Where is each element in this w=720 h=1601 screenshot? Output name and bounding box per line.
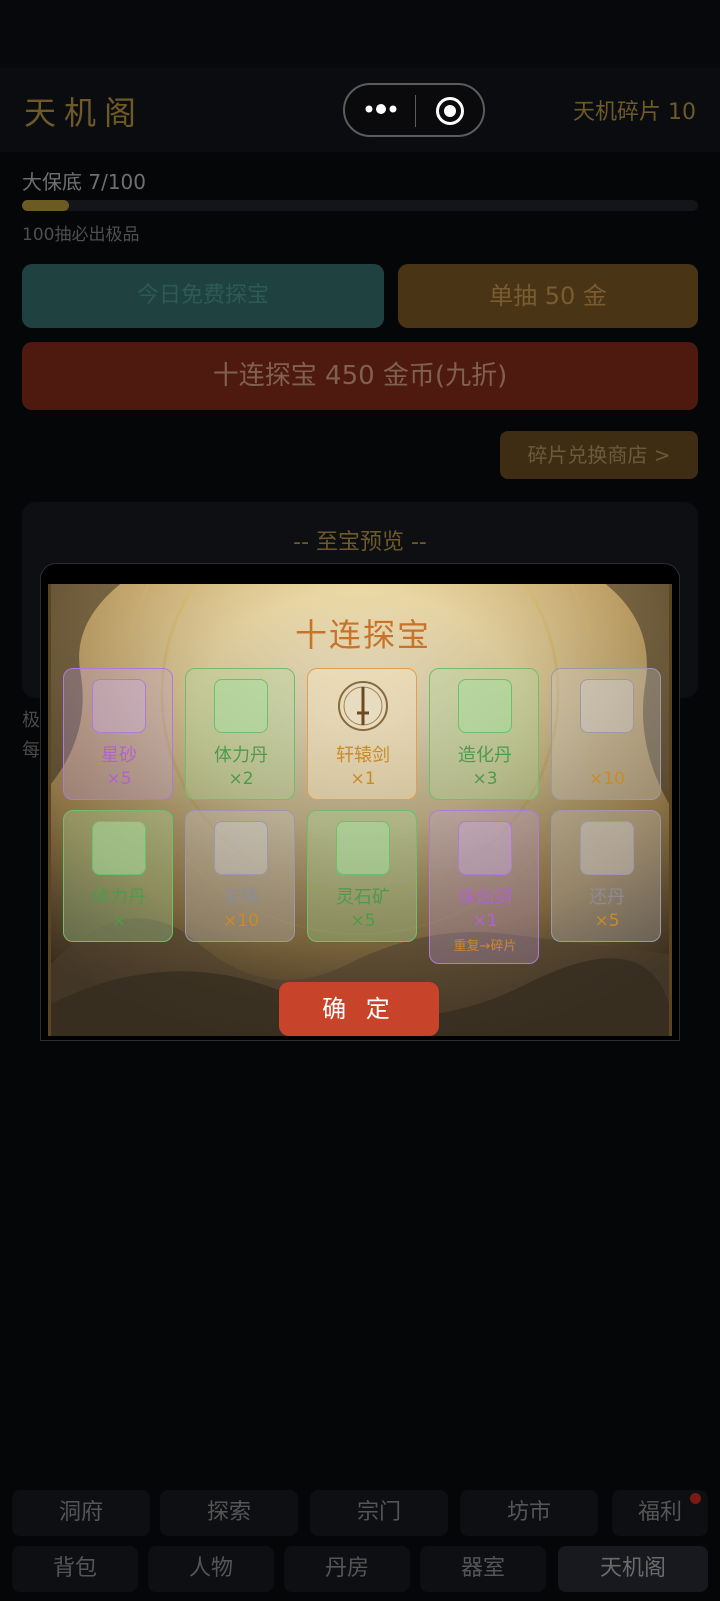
free-draw-button[interactable]: 今日免费探宝 <box>22 264 384 328</box>
preview-title: -- 至宝预览 -- <box>293 530 427 555</box>
notification-dot <box>690 1493 701 1504</box>
item-icon <box>580 679 634 733</box>
item-icon <box>336 821 390 875</box>
item-qty: ×1 <box>472 911 498 931</box>
duplicate-note: 重复→碎片 <box>453 939 517 954</box>
item-icon <box>92 679 146 733</box>
result-card: 星砂 ×5 <box>63 668 173 800</box>
result-card: 灵石矿 ×5 <box>307 810 417 942</box>
result-card: 诛仙剑 ×1 重复→碎片 <box>429 810 539 964</box>
item-icon <box>458 679 512 733</box>
item-icon <box>92 821 146 875</box>
side-text-1: 极 <box>22 710 40 731</box>
item-qty: × <box>111 911 127 931</box>
result-card: 造化丹 ×3 <box>429 668 539 800</box>
tab-dongfu[interactable]: 洞府 <box>12 1490 150 1536</box>
result-card: ×10 <box>551 668 661 800</box>
item-name: 玄铁 <box>223 887 259 908</box>
side-text-2: 每 <box>22 740 40 761</box>
pity-progress-bar <box>22 200 698 211</box>
tab-market[interactable]: 坊市 <box>460 1490 598 1536</box>
result-card: 轩辕剑 ×1 <box>307 668 417 800</box>
result-card: 还丹 ×5 <box>551 810 661 942</box>
item-name: 还丹 <box>589 887 625 908</box>
confirm-button[interactable]: 确 定 <box>279 982 439 1036</box>
item-name: 诛仙剑 <box>458 887 512 908</box>
item-qty: ×5 <box>350 911 376 931</box>
more-dots-icon[interactable] <box>363 97 399 121</box>
close-target-icon[interactable] <box>435 96 465 126</box>
item-qty: ×5 <box>106 769 132 789</box>
item-name: 体力丹 <box>92 887 146 908</box>
item-qty: ×1 <box>350 769 376 789</box>
single-draw-button[interactable]: 单抽 50 金 <box>398 264 698 328</box>
page-title: 天机阁 <box>24 94 145 132</box>
modal-title: 十连探宝 <box>294 616 431 654</box>
sword-icon <box>338 681 388 731</box>
result-card: 体力丹 ×2 <box>185 668 295 800</box>
item-qty: ×10 <box>223 911 259 931</box>
capsule-divider <box>415 95 416 127</box>
result-card: 玄铁 ×10 <box>185 810 295 942</box>
status-bar <box>0 0 720 68</box>
item-name: 星砂 <box>101 745 137 766</box>
tab-forge[interactable]: 器室 <box>420 1546 546 1592</box>
pity-label: 大保底 7/100 <box>22 170 146 194</box>
item-icon <box>214 821 268 875</box>
item-name: 体力丹 <box>214 745 268 766</box>
item-name: 造化丹 <box>458 745 512 766</box>
item-qty: ×3 <box>472 769 498 789</box>
result-card: 体力丹 × <box>63 810 173 942</box>
pity-subtext: 100抽必出极品 <box>22 225 140 245</box>
mini-program-capsule <box>343 83 485 137</box>
item-name: 轩辕剑 <box>336 745 390 766</box>
tab-sect[interactable]: 宗门 <box>310 1490 448 1536</box>
item-icon <box>458 821 512 875</box>
item-qty: ×10 <box>589 769 625 789</box>
tab-alchemy[interactable]: 丹房 <box>284 1546 410 1592</box>
item-icon <box>214 679 268 733</box>
shard-count: 天机碎片 10 <box>573 100 696 125</box>
shard-shop-button[interactable]: 碎片兑换商店 > <box>500 431 698 479</box>
item-icon <box>580 821 634 875</box>
tab-explore[interactable]: 探索 <box>160 1490 298 1536</box>
tab-character[interactable]: 人物 <box>148 1546 274 1592</box>
tab-backpack[interactable]: 背包 <box>12 1546 138 1592</box>
header: 天机阁 天机碎片 10 <box>0 68 720 152</box>
ten-draw-button[interactable]: 十连探宝 450 金币(九折) <box>22 342 698 410</box>
item-qty: ×2 <box>228 769 254 789</box>
tab-tianji[interactable]: 天机阁 <box>558 1546 708 1592</box>
item-qty: ×5 <box>594 911 620 931</box>
pity-progress-fill <box>22 200 70 211</box>
ten-draw-result-modal: 十连探宝 星砂 ×5 体力丹 ×2 轩辕剑 ×1 造化丹 ×3 ×10 体力丹 … <box>48 584 672 1036</box>
item-name: 灵石矿 <box>336 887 390 908</box>
